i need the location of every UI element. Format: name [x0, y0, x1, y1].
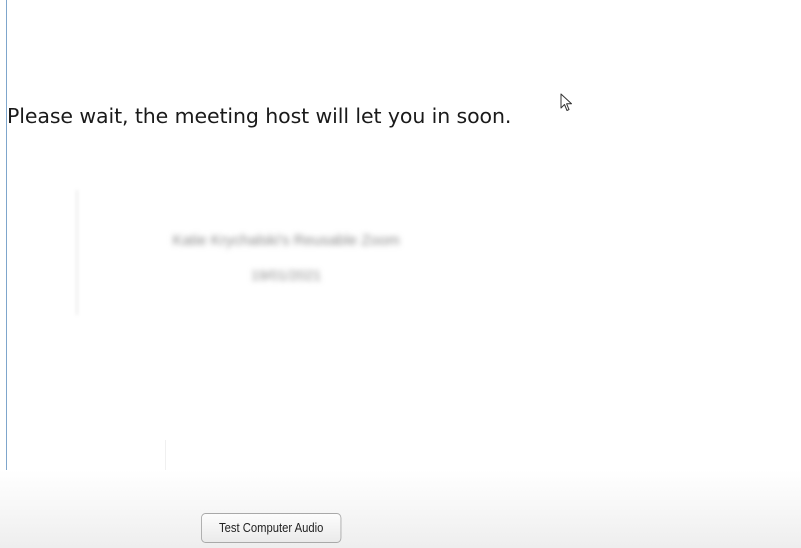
- card-divider: [76, 190, 78, 315]
- test-computer-audio-button[interactable]: Test Computer Audio: [201, 513, 342, 543]
- mouse-pointer-icon: [560, 93, 572, 111]
- window-left-border: [6, 0, 7, 548]
- meeting-info-card: Katie Krychalski's Reusable Zoom 19/01/2…: [76, 190, 496, 315]
- meeting-title: Katie Krychalski's Reusable Zoom: [172, 232, 400, 249]
- waiting-room-window: Please wait, the meeting host will let y…: [0, 0, 801, 548]
- bottom-bar: [0, 470, 801, 548]
- waiting-message: Please wait, the meeting host will let y…: [7, 104, 512, 128]
- meeting-date: 19/01/2021: [250, 267, 322, 283]
